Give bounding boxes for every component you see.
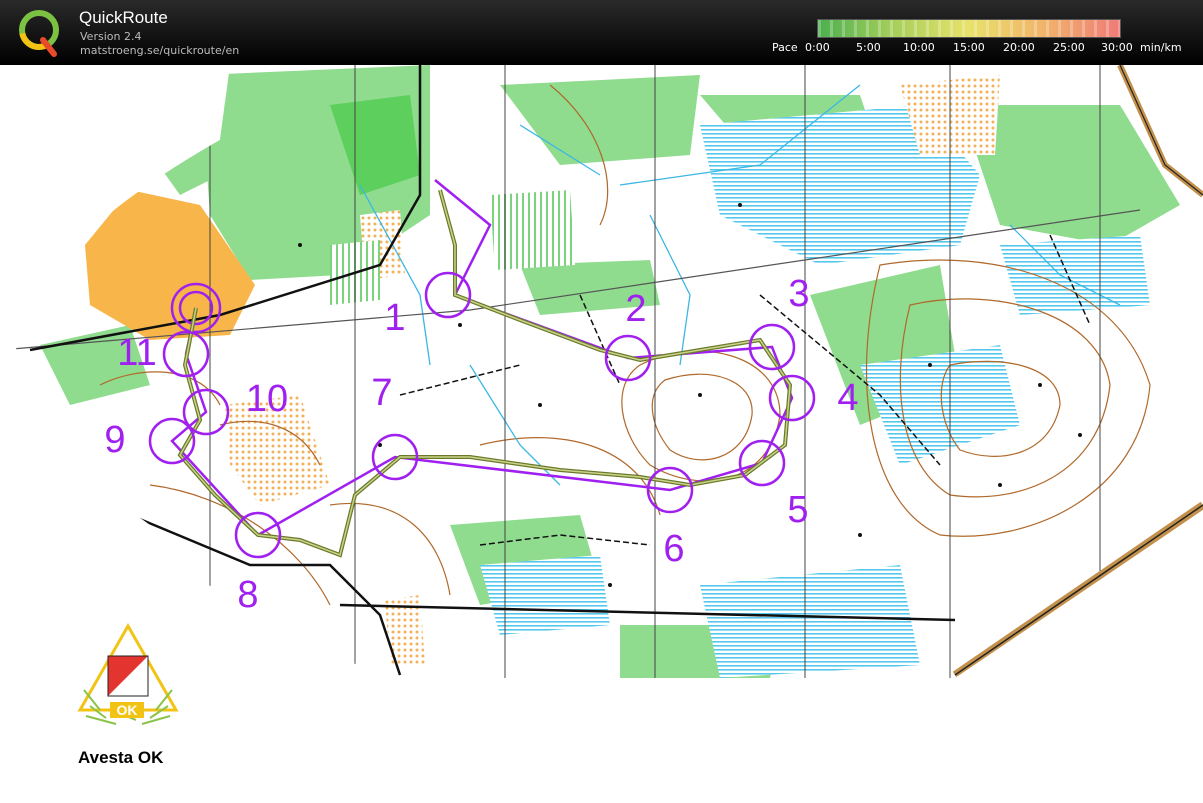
pace-label: Pace bbox=[772, 41, 798, 54]
club-logo-text: OK bbox=[117, 702, 138, 718]
control-number: 1 bbox=[384, 297, 405, 339]
control-number: 4 bbox=[837, 377, 858, 419]
control-number: 9 bbox=[104, 419, 125, 461]
pace-tick: 25:00 bbox=[1053, 41, 1085, 54]
control-number: 11 bbox=[117, 332, 156, 374]
pace-tick: 5:00 bbox=[856, 41, 881, 54]
pace-tick: 20:00 bbox=[1003, 41, 1035, 54]
quickroute-logo-icon bbox=[19, 10, 59, 57]
app-version: Version 2.4 bbox=[80, 30, 142, 43]
app-url-link[interactable]: matstroeng.se/quickroute/en bbox=[80, 44, 239, 57]
pace-tick: 30:00 bbox=[1101, 41, 1133, 54]
pace-tick: 10:00 bbox=[903, 41, 935, 54]
control-number: 10 bbox=[246, 378, 288, 420]
app-title: QuickRoute bbox=[79, 8, 168, 27]
pace-color-scale bbox=[817, 19, 1121, 38]
control-number: 8 bbox=[237, 574, 258, 616]
control-number: 6 bbox=[663, 528, 684, 570]
app-header: QuickRoute Version 2.4 matstroeng.se/qui… bbox=[0, 0, 1203, 65]
control-number: 2 bbox=[625, 288, 646, 330]
control-number: 5 bbox=[787, 489, 808, 531]
pace-tick: 15:00 bbox=[953, 41, 985, 54]
pace-unit: min/km bbox=[1140, 41, 1182, 54]
pace-tick: 0:00 bbox=[805, 41, 830, 54]
control-number: 7 bbox=[371, 372, 392, 414]
control-number: 3 bbox=[788, 273, 809, 315]
club-name: Avesta OK bbox=[78, 748, 164, 767]
